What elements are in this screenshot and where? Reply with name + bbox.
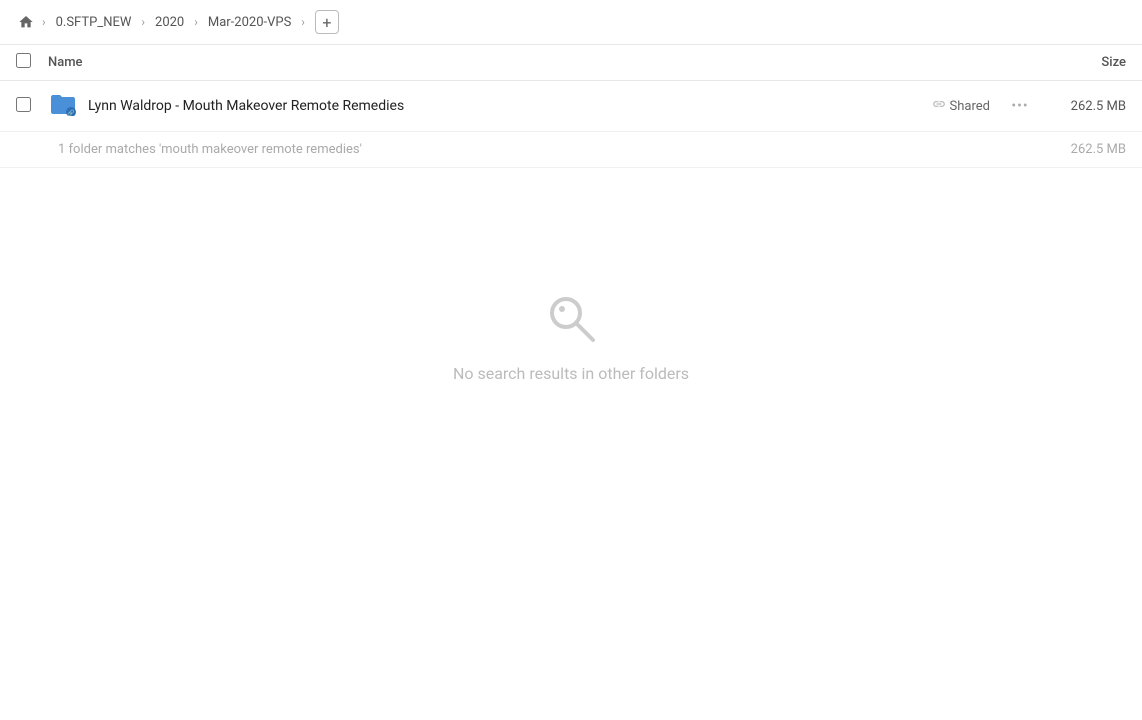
breadcrumb-sep-2: › [141, 15, 145, 29]
link-icon [932, 97, 946, 115]
table-row[interactable]: 🔗 Lynn Waldrop - Mouth Makeover Remote R… [0, 81, 1142, 132]
breadcrumb-item-mar[interactable]: Mar-2020-VPS [204, 13, 295, 32]
row-checkbox-col [16, 97, 48, 116]
shared-badge: Shared [932, 97, 990, 115]
more-icon: ••• [1011, 98, 1028, 114]
breadcrumb-item-2020[interactable]: 2020 [151, 13, 188, 32]
file-size: 262.5 MB [1046, 99, 1126, 114]
no-results-text: No search results in other folders [453, 364, 689, 383]
summary-text: 1 folder matches 'mouth makeover remote … [58, 142, 1071, 157]
summary-size: 262.5 MB [1071, 142, 1126, 157]
no-results-search-icon [541, 288, 601, 348]
file-name: Lynn Waldrop - Mouth Makeover Remote Rem… [88, 98, 932, 114]
breadcrumb-sep-4: › [301, 15, 305, 29]
svg-text:🔗: 🔗 [67, 109, 75, 116]
add-folder-button[interactable]: + [315, 10, 339, 34]
size-column-header: Size [1026, 55, 1126, 70]
column-header-row: Name Size [0, 45, 1142, 81]
breadcrumb-sep-3: › [194, 15, 198, 29]
shared-label: Shared [950, 99, 990, 114]
breadcrumb-sep-1: › [42, 15, 46, 29]
summary-row: 1 folder matches 'mouth makeover remote … [0, 132, 1142, 168]
breadcrumb-item-sftp[interactable]: 0.SFTP_NEW [52, 13, 136, 32]
home-button[interactable] [16, 12, 36, 32]
header-checkbox-col [16, 53, 48, 72]
row-checkbox[interactable] [16, 97, 31, 112]
select-all-checkbox[interactable] [16, 53, 31, 68]
name-column-header: Name [48, 55, 1026, 70]
empty-state: No search results in other folders [0, 168, 1142, 443]
breadcrumb-bar: › 0.SFTP_NEW › 2020 › Mar-2020-VPS › + [0, 0, 1142, 45]
folder-icon: 🔗 [48, 91, 78, 121]
more-options-button[interactable]: ••• [1006, 92, 1034, 120]
